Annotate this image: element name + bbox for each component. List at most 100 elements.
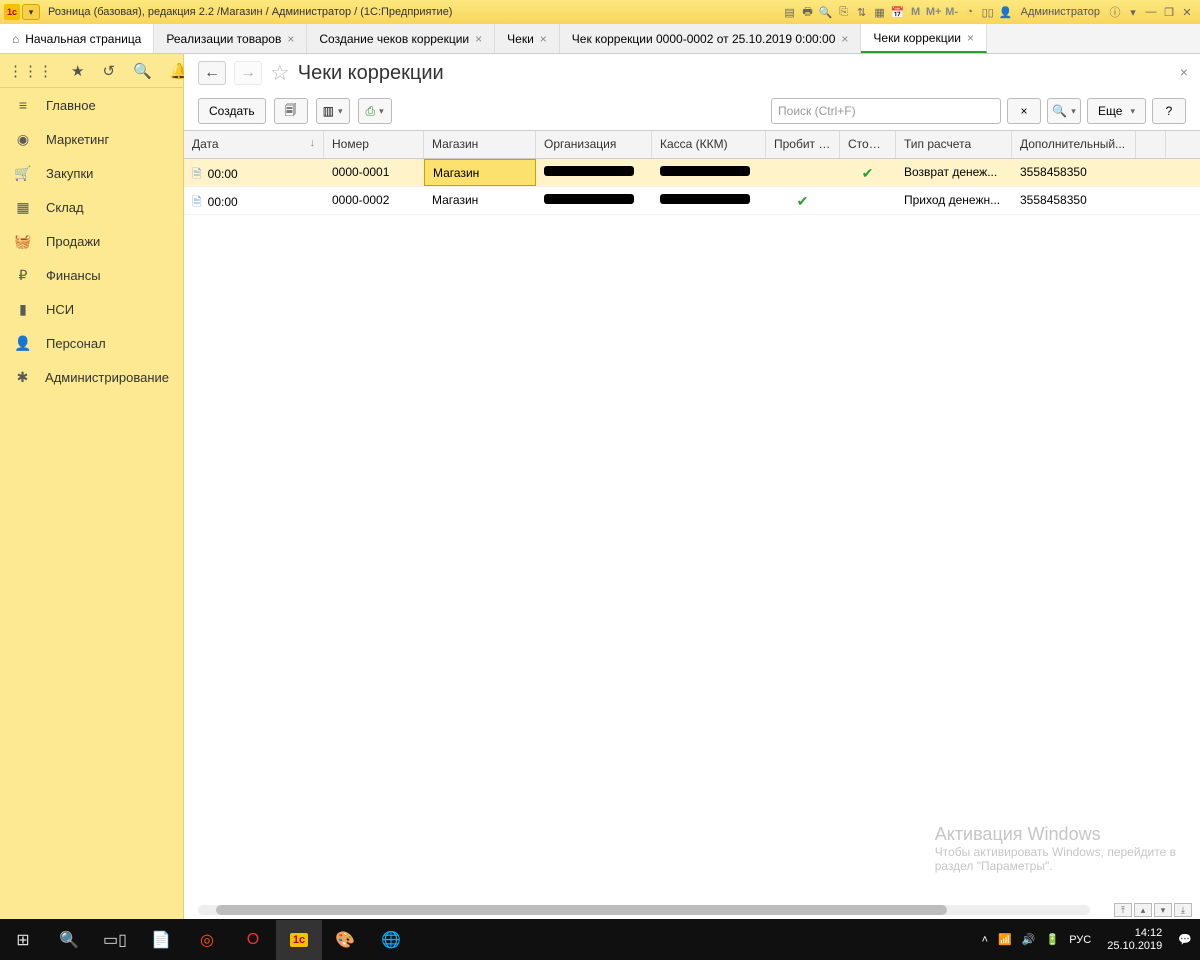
tab-checks[interactable]: Чеки× [495,24,560,53]
start-button[interactable]: ⊞ [0,920,46,960]
column-probit[interactable]: Пробит чек [766,131,840,158]
document-icon: 🗎 [192,167,202,181]
calc-icon[interactable]: ▦ [871,3,889,21]
star-icon[interactable]: ☆ [270,60,290,86]
maximize-icon[interactable]: ❐ [1160,3,1178,21]
clear-search-button[interactable]: × [1007,98,1041,124]
sidebar-item-warehouse[interactable]: ▦Склад [0,190,183,224]
sidebar-item-personnel[interactable]: 👤Персонал [0,326,183,360]
table-row[interactable]: 🗎00:00 0000-0002 Магазин ✔ Приход денежн… [184,187,1200,215]
battery-icon[interactable]: 🔋 [1046,933,1060,946]
sidebar-item-admin[interactable]: ✱Администрирование [0,360,183,394]
print-icon[interactable]: 🖶 [799,3,817,21]
sidebar-top: ⋮⋮⋮ ★ ↺ 🔍 🔔 [0,54,183,88]
column-kassa[interactable]: Касса (ККМ) [652,131,766,158]
column-number[interactable]: Номер [324,131,424,158]
minimize-icon[interactable]: — [1142,3,1160,21]
target-icon: ◉ [14,131,32,148]
column-org[interactable]: Организация [536,131,652,158]
column-extra[interactable]: Дополнительный... [1012,131,1136,158]
tab-realizations[interactable]: Реализации товаров× [154,24,307,53]
table-row[interactable]: 🗎00:00 0000-0001 Магазин ✔ Возврат денеж… [184,159,1200,187]
scroll-up-button[interactable]: ▴ [1134,903,1152,917]
close-icon[interactable]: × [287,32,294,46]
create-button[interactable]: Создать [198,98,266,124]
language-indicator[interactable]: РУС [1069,934,1091,946]
taskbar-app[interactable]: 🌐 [368,920,414,960]
more-button[interactable]: Еще▾ [1087,98,1146,124]
close-icon[interactable]: × [540,32,547,46]
sidebar-item-label: Маркетинг [46,132,109,147]
link-icon[interactable]: ⎘ [835,3,853,21]
search-icon[interactable]: 🔍 [133,62,152,80]
calendar-icon[interactable]: 📅 [889,3,907,21]
taskbar-app[interactable]: 🎨 [322,920,368,960]
apps-icon[interactable]: ⋮⋮⋮ [8,62,53,80]
task-view-button[interactable]: ▭▯ [92,920,138,960]
windows-watermark: Активация Windows Чтобы активировать Win… [935,824,1176,873]
cell-date: 00:00 [208,167,238,181]
horizontal-scrollbar[interactable] [198,905,1090,915]
tab-create-correction[interactable]: Создание чеков коррекции× [307,24,495,53]
tray-chevron-icon[interactable]: ˄ [982,934,988,946]
sidebar-item-nsi[interactable]: ▮НСИ [0,292,183,326]
search-input[interactable]: Поиск (Ctrl+F) [771,98,1001,124]
taskbar-app[interactable]: 1c [276,920,322,960]
column-date[interactable]: Дата↓ [184,131,324,158]
export-button[interactable]: ⎙▾ [358,98,392,124]
home-icon: ⌂ [12,32,19,46]
panel-icon[interactable]: ▯▯ [979,3,997,21]
info-icon[interactable]: ⓘ [1106,3,1124,21]
search-button[interactable]: 🔍▾ [1047,98,1081,124]
m-plus-button[interactable]: M+ [925,3,943,21]
tab-label: Начальная страница [25,32,141,46]
history-icon[interactable]: ↺ [102,62,115,80]
column-more[interactable] [1136,131,1166,158]
compare-icon[interactable]: ⇅ [853,3,871,21]
notification-icon[interactable]: 💬 [1178,933,1192,946]
taskbar-app[interactable]: 📄 [138,920,184,960]
cell-kassa [652,159,766,186]
star-icon[interactable]: ★ [71,62,84,80]
search-button[interactable]: 🔍 [46,920,92,960]
search-icon[interactable]: 🔍 [817,3,835,21]
scroll-bottom-button[interactable]: ⤓ [1174,903,1192,917]
scroll-top-button[interactable]: ⤒ [1114,903,1132,917]
tab-check-0002[interactable]: Чек коррекции 0000-0002 от 25.10.2019 0:… [560,24,862,53]
sidebar-item-purchases[interactable]: 🛒Закупки [0,156,183,190]
copy-button[interactable]: 🗐 [274,98,308,124]
close-icon[interactable]: × [841,32,848,46]
sidebar-item-main[interactable]: ≡Главное [0,88,183,122]
cell-number: 0000-0001 [324,159,424,186]
sidebar-item-finance[interactable]: ₽Финансы [0,258,183,292]
taskbar-clock[interactable]: 14:12 25.10.2019 [1101,927,1168,953]
sidebar-item-marketing[interactable]: ◉ Маркетинг [0,122,183,156]
column-storno[interactable]: Сторно [840,131,896,158]
close-icon[interactable]: ✕ [1178,3,1196,21]
wifi-icon[interactable]: 📶 [998,933,1012,946]
close-icon[interactable]: × [475,32,482,46]
columns-button[interactable]: ▥▾ [316,98,350,124]
tab-correction-checks[interactable]: Чеки коррекции× [861,24,987,53]
volume-icon[interactable]: 🔊 [1022,933,1036,946]
clock-icon[interactable]: ◔ [961,3,979,21]
m-button[interactable]: M [907,3,925,21]
taskbar-app[interactable]: O [230,920,276,960]
titlebar: 1c ▾ Розница (базовая), редакция 2.2 /Ма… [0,0,1200,24]
m-minus-button[interactable]: M- [943,3,961,21]
help-button[interactable]: ? [1152,98,1186,124]
column-shop[interactable]: Магазин [424,131,536,158]
toolbar-icon[interactable]: ▤ [781,3,799,21]
tab-home[interactable]: ⌂ Начальная страница [0,24,154,53]
sidebar-item-sales[interactable]: 🧺Продажи [0,224,183,258]
column-type[interactable]: Тип расчета [896,131,1012,158]
app-menu-dd[interactable]: ▾ [22,4,40,20]
scroll-down-button[interactable]: ▾ [1154,903,1172,917]
back-button[interactable]: ← [198,61,226,85]
forward-button[interactable]: → [234,61,262,85]
close-icon[interactable]: × [1180,64,1188,80]
close-icon[interactable]: × [967,31,974,45]
info-dd[interactable]: ▾ [1124,3,1142,21]
content: × ← → ☆ Чеки коррекции Создать 🗐 ▥▾ ⎙▾ П… [184,54,1200,919]
taskbar-app[interactable]: ◎ [184,920,230,960]
